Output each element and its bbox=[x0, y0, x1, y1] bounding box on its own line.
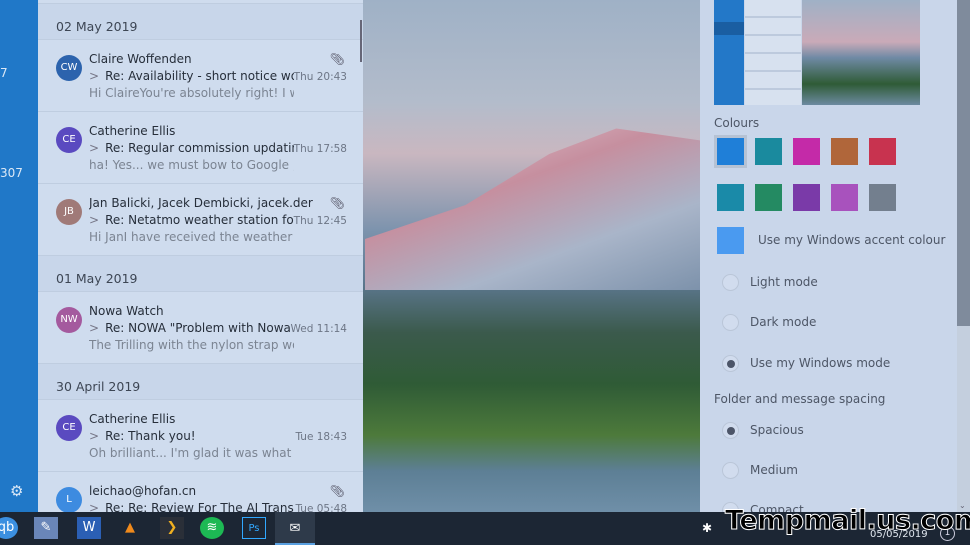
timestamp: Thu 12:45 bbox=[294, 215, 347, 227]
vlc-icon[interactable]: ▲ bbox=[118, 517, 142, 539]
date-header: 01 May 2019 bbox=[38, 256, 363, 292]
radio-button[interactable] bbox=[722, 462, 739, 479]
sender: Claire Woffenden bbox=[89, 52, 329, 66]
settings-scrollbar[interactable]: ⌄ bbox=[957, 0, 970, 512]
colour-swatch[interactable] bbox=[717, 184, 744, 211]
radio-label[interactable]: Spacious bbox=[750, 423, 804, 437]
radio-label[interactable]: Use my Windows mode bbox=[750, 356, 890, 370]
preview-background-image[interactable] bbox=[802, 0, 920, 105]
colour-swatch[interactable] bbox=[717, 138, 744, 165]
sender: Jan Balicki, Jacek Dembicki, jacek.der bbox=[89, 196, 329, 210]
message-item[interactable]: CE Catherine Ellis >Re: Thank you! Oh br… bbox=[38, 400, 363, 472]
preview-list bbox=[745, 0, 801, 105]
colour-swatch[interactable] bbox=[831, 138, 858, 165]
radio-button[interactable] bbox=[722, 274, 739, 291]
personalization-panel: Colours Use my Windows accent colour Lig… bbox=[700, 0, 957, 512]
date-header: 02 May 2019 bbox=[38, 4, 363, 40]
colour-swatch[interactable] bbox=[869, 138, 896, 165]
radio-button[interactable] bbox=[722, 314, 739, 331]
paperclip-icon: 📎︎ bbox=[330, 52, 345, 66]
preview: Oh brilliant... I'm glad it was what you bbox=[89, 446, 294, 460]
colour-swatch[interactable] bbox=[793, 138, 820, 165]
message-list: 02 May 2019 CW Claire Woffenden >Re: Ava… bbox=[38, 0, 363, 512]
timestamp: Thu 17:58 bbox=[294, 143, 347, 155]
chevron-right-icon[interactable]: > bbox=[89, 69, 99, 83]
chevron-right-icon[interactable]: > bbox=[89, 501, 99, 512]
radio-label[interactable]: Medium bbox=[750, 463, 798, 477]
mountain bbox=[365, 120, 700, 290]
colours-heading: Colours bbox=[714, 116, 759, 130]
scrollbar[interactable] bbox=[360, 20, 362, 62]
subject: >Re: Re: Review For The AI Translatc bbox=[89, 501, 294, 512]
spotify-icon[interactable]: ≋ bbox=[200, 517, 224, 539]
photoshop-icon[interactable]: Ps bbox=[242, 517, 266, 539]
message-item[interactable]: CE Catherine Ellis >Re: Regular commissi… bbox=[38, 112, 363, 184]
message-item[interactable]: JB Jan Balicki, Jacek Dembicki, jacek.de… bbox=[38, 184, 363, 256]
qbittorrent-icon[interactable]: qb bbox=[0, 517, 18, 539]
sender: Catherine Ellis bbox=[89, 412, 329, 426]
colour-swatch[interactable] bbox=[755, 184, 782, 211]
chevron-right-icon[interactable]: > bbox=[89, 141, 99, 155]
avatar: CE bbox=[56, 415, 82, 441]
timestamp: Tue 05:48 bbox=[295, 503, 347, 512]
accent-colour-label[interactable]: Use my Windows accent colour bbox=[758, 233, 945, 247]
plex-icon[interactable]: ❯ bbox=[160, 517, 184, 539]
nav-rail: 7 307 ⚙ bbox=[0, 0, 38, 512]
message-item[interactable]: CW Claire Woffenden >Re: Availability - … bbox=[38, 40, 363, 112]
paperclip-icon: 📎︎ bbox=[330, 484, 345, 498]
message-item[interactable]: L leichao@hofan.cn >Re: Re: Review For T… bbox=[38, 472, 363, 512]
timestamp: Thu 20:43 bbox=[294, 71, 347, 83]
chevron-right-icon[interactable]: > bbox=[89, 321, 99, 335]
accent-swatch[interactable] bbox=[717, 227, 744, 254]
watermark-logo: Tempmail.us.com bbox=[725, 505, 970, 536]
folder-count[interactable]: 7 bbox=[0, 66, 8, 80]
radio-button[interactable] bbox=[722, 422, 739, 439]
mail-icon[interactable]: ✉ bbox=[275, 512, 315, 545]
folder-count[interactable]: 307 bbox=[0, 166, 23, 180]
timestamp: Tue 18:43 bbox=[295, 431, 347, 443]
subject: >Re: Thank you! bbox=[89, 429, 294, 443]
avatar: L bbox=[56, 487, 82, 512]
sender: Catherine Ellis bbox=[89, 124, 329, 138]
radio-label[interactable]: Dark mode bbox=[750, 315, 816, 329]
radio-label[interactable]: Light mode bbox=[750, 275, 818, 289]
colour-swatch[interactable] bbox=[755, 138, 782, 165]
colour-swatch[interactable] bbox=[869, 184, 896, 211]
slack-icon[interactable]: ✱ bbox=[695, 517, 719, 539]
timestamp: Wed 11:14 bbox=[291, 323, 348, 335]
preview: ha! Yes... we must bow to Google ;)C bbox=[89, 158, 294, 172]
preview: Hi JanI have received the weather sta bbox=[89, 230, 294, 244]
sender: Nowa Watch bbox=[89, 304, 329, 318]
gear-icon[interactable]: ⚙ bbox=[10, 482, 23, 500]
colour-swatch[interactable] bbox=[793, 184, 820, 211]
avatar: JB bbox=[56, 199, 82, 225]
colour-swatch[interactable] bbox=[831, 184, 858, 211]
subject: >Re: Netatmo weather station for re bbox=[89, 213, 294, 227]
subject: >Re: Regular commission updating bbox=[89, 141, 294, 155]
preview: The Trilling with the nylon strap wou bbox=[89, 338, 294, 352]
word-icon[interactable]: W bbox=[77, 517, 101, 539]
avatar: CE bbox=[56, 127, 82, 153]
paperclip-icon: 📎︎ bbox=[330, 196, 345, 210]
spacing-heading: Folder and message spacing bbox=[714, 392, 885, 406]
subject: >Re: NOWA "Problem with Nowa V bbox=[89, 321, 294, 335]
avatar: NW bbox=[56, 307, 82, 333]
message-item[interactable]: NW Nowa Watch >Re: NOWA "Problem with No… bbox=[38, 292, 363, 364]
sender: leichao@hofan.cn bbox=[89, 484, 329, 498]
avatar: CW bbox=[56, 55, 82, 81]
app-icon[interactable]: ✎ bbox=[34, 517, 58, 539]
preview: Hi ClaireYou're absolutely right! I was bbox=[89, 86, 294, 100]
date-header: 30 April 2019 bbox=[38, 364, 363, 400]
subject: >Re: Availability - short notice work bbox=[89, 69, 294, 83]
radio-button[interactable] bbox=[722, 355, 739, 372]
preview-rail bbox=[714, 0, 744, 105]
chevron-right-icon[interactable]: > bbox=[89, 213, 99, 227]
chevron-right-icon[interactable]: > bbox=[89, 429, 99, 443]
